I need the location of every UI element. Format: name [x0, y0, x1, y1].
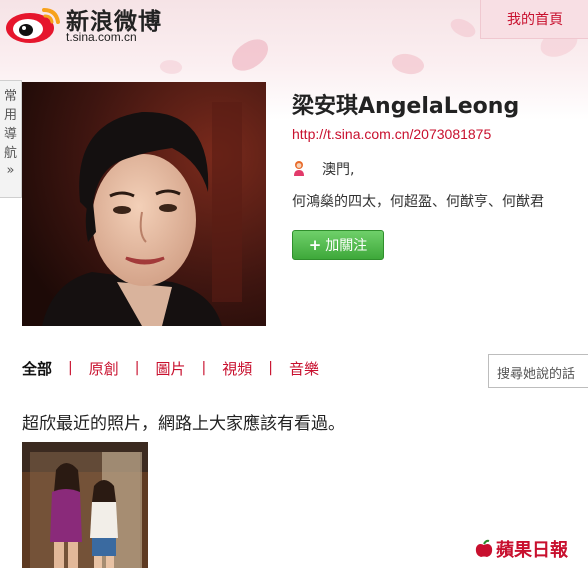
watermark-text: 蘋果日報	[496, 540, 568, 561]
feed-tabs: 全部 | 原創 | 圖片 | 視頻 | 音樂	[22, 358, 319, 378]
weibo-eye-icon	[6, 8, 60, 43]
profile-location: 澳門,	[322, 162, 355, 178]
tab-images[interactable]: 圖片	[155, 358, 185, 379]
apple-logo-icon	[475, 539, 493, 557]
tab-music[interactable]: 音樂	[289, 358, 319, 379]
tab-separator: |	[201, 360, 207, 376]
follow-button-label: 加關注	[325, 238, 368, 254]
logo-url: t.sina.com.cn	[66, 30, 137, 44]
post-text: 超欣最近的照片，網路上大家應該有看過。	[22, 414, 345, 434]
apple-daily-watermark: 蘋果日報	[474, 536, 568, 562]
tab-all[interactable]: 全部	[22, 358, 52, 379]
petal-decoration	[158, 57, 184, 77]
petal-decoration	[226, 34, 274, 76]
post-photo-content	[22, 442, 148, 568]
tab-videos[interactable]: 視頻	[222, 358, 252, 379]
female-user-icon	[294, 161, 304, 176]
side-nav-char: 用	[3, 108, 17, 123]
petal-decoration	[447, 13, 479, 43]
search-her-posts-input[interactable]: 搜尋她說的話	[488, 354, 588, 388]
side-nav-char: 航	[3, 146, 17, 161]
profile-bio: 何鴻燊的四太，何超盈、何猷亨、何猷君	[292, 194, 544, 210]
tab-separator: |	[68, 360, 73, 376]
tab-separator: |	[268, 360, 273, 376]
tab-separator: |	[134, 360, 140, 376]
follow-button[interactable]: + 加關注	[292, 230, 384, 260]
profile-name: 梁安琪AngelaLeong	[292, 94, 520, 119]
profile-url-link[interactable]: http://t.sina.com.cn/2073081875	[292, 126, 491, 142]
avatar-portrait	[22, 82, 266, 326]
my-home-link[interactable]: 我的首頁	[480, 0, 588, 39]
common-nav-tab[interactable]: 常 用 導 航 »	[0, 80, 22, 198]
side-nav-char: 常	[3, 89, 17, 104]
profile-avatar[interactable]	[22, 82, 266, 326]
weibo-logo[interactable]: 新浪微博 t.sina.com.cn	[4, 2, 174, 44]
side-nav-char: 導	[3, 127, 17, 142]
petal-decoration	[389, 49, 427, 79]
tab-original[interactable]: 原創	[89, 358, 119, 379]
plus-icon: +	[308, 236, 322, 254]
post-image[interactable]	[22, 442, 148, 568]
expand-arrow-icon: »	[6, 163, 15, 178]
